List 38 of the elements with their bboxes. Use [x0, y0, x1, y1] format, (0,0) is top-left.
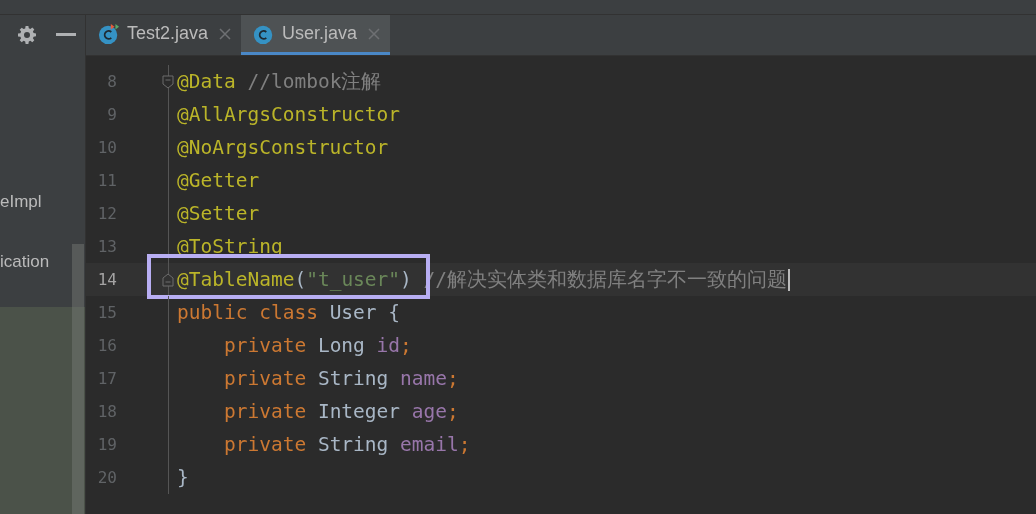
line-number: 9	[106, 105, 117, 124]
code-line: @NoArgsConstructor	[177, 136, 389, 159]
tree-item[interactable]: eImpl	[0, 172, 85, 232]
selected-tree-row[interactable]	[0, 307, 85, 514]
code-line: private Long id;	[222, 334, 412, 357]
minimize-icon[interactable]	[56, 33, 76, 37]
line-number: 8	[106, 72, 117, 91]
line-number: 10	[96, 138, 117, 157]
line-number: 16	[96, 336, 117, 355]
code-line: private String name;	[222, 367, 459, 390]
code-line: @Data //lombok注解	[177, 69, 382, 95]
file-tab[interactable]: Test2.java	[86, 15, 242, 55]
line-number: 18	[96, 402, 117, 421]
close-icon[interactable]	[368, 27, 381, 40]
code-line: private String email;	[222, 433, 471, 456]
scrollbar[interactable]	[72, 244, 84, 514]
file-tab[interactable]: User.java	[241, 15, 391, 55]
line-number: 20	[96, 468, 117, 487]
tree-item[interactable]: ication	[0, 232, 85, 292]
fold-icon[interactable]	[162, 74, 174, 89]
code-line: private Integer age;	[222, 400, 459, 423]
line-number: 13	[96, 237, 117, 256]
line-number: 15	[96, 303, 117, 322]
code-line: @Setter	[177, 202, 260, 225]
line-number: 19	[96, 435, 117, 454]
code-line: public class User {	[177, 301, 401, 324]
line-number: 17	[96, 369, 117, 388]
code-line: @Getter	[177, 169, 260, 192]
line-number: 14	[96, 270, 117, 289]
settings-icon[interactable]	[17, 25, 37, 45]
text-cursor	[788, 268, 791, 291]
fold-icon[interactable]	[162, 272, 174, 287]
line-number: 11	[96, 171, 117, 190]
code-line: }	[177, 466, 189, 489]
line-number: 12	[96, 204, 117, 223]
code-line: @ToString	[177, 235, 283, 258]
close-icon[interactable]	[219, 27, 232, 40]
code-line: @AllArgsConstructor	[177, 103, 401, 126]
